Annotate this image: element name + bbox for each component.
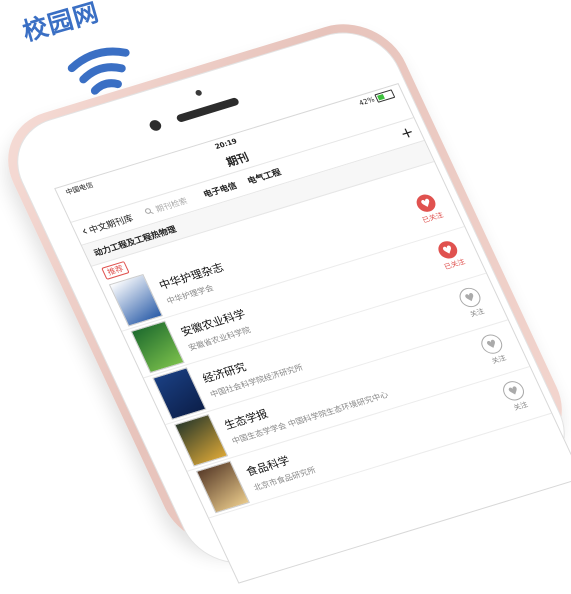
journal-cover-image [152, 367, 207, 420]
tab-category-2[interactable]: 电气工程 [245, 166, 283, 187]
follow-label: 关注 [490, 353, 508, 366]
journal-info: 安徽农业科学 安徽省农业科学院 [178, 305, 254, 353]
front-sensor [194, 89, 203, 97]
earpiece-speaker [175, 96, 241, 123]
front-camera [147, 118, 164, 133]
follow-label: 已关注 [442, 257, 467, 272]
journal-cover-image [195, 460, 250, 514]
follow-button[interactable]: ♥ 关注 [473, 331, 515, 369]
follow-label: 关注 [512, 400, 530, 413]
campus-network-logo: 校园网 [19, 0, 103, 47]
journal-cover-image [174, 413, 229, 467]
journal-cover-image [108, 273, 163, 327]
journal-info: 中华护理杂志 中华护理学会 [156, 259, 232, 307]
follow-button[interactable]: ♥ 已关注 [430, 237, 471, 273]
journal-cover-image [130, 320, 185, 374]
search-placeholder: 期刊检索 [154, 195, 189, 214]
tab-category-1[interactable]: 电子电信 [201, 179, 239, 200]
follow-label: 已关注 [421, 211, 445, 225]
scene: 校园网 中国电信 20:19 42% 期刊 ‹ 中文期刊库 期刊检索 电子电信 … [0, 0, 571, 584]
search-icon [145, 208, 154, 214]
follow-label: 关注 [468, 307, 486, 319]
phone-face: 中国电信 20:19 42% 期刊 ‹ 中文期刊库 期刊检索 电子电信 电气工程 [0, 19, 571, 584]
follow-button[interactable]: ♥ 关注 [451, 284, 493, 322]
follow-button[interactable]: ♥ 关注 [495, 377, 537, 415]
follow-button[interactable]: ♥ 已关注 [408, 191, 449, 227]
phone-screen: 中国电信 20:19 42% 期刊 ‹ 中文期刊库 期刊检索 电子电信 电气工程 [54, 83, 571, 584]
add-category-icon[interactable]: + [397, 123, 417, 143]
journal-info: 食品科学 北京市食品研究所 [243, 446, 317, 493]
